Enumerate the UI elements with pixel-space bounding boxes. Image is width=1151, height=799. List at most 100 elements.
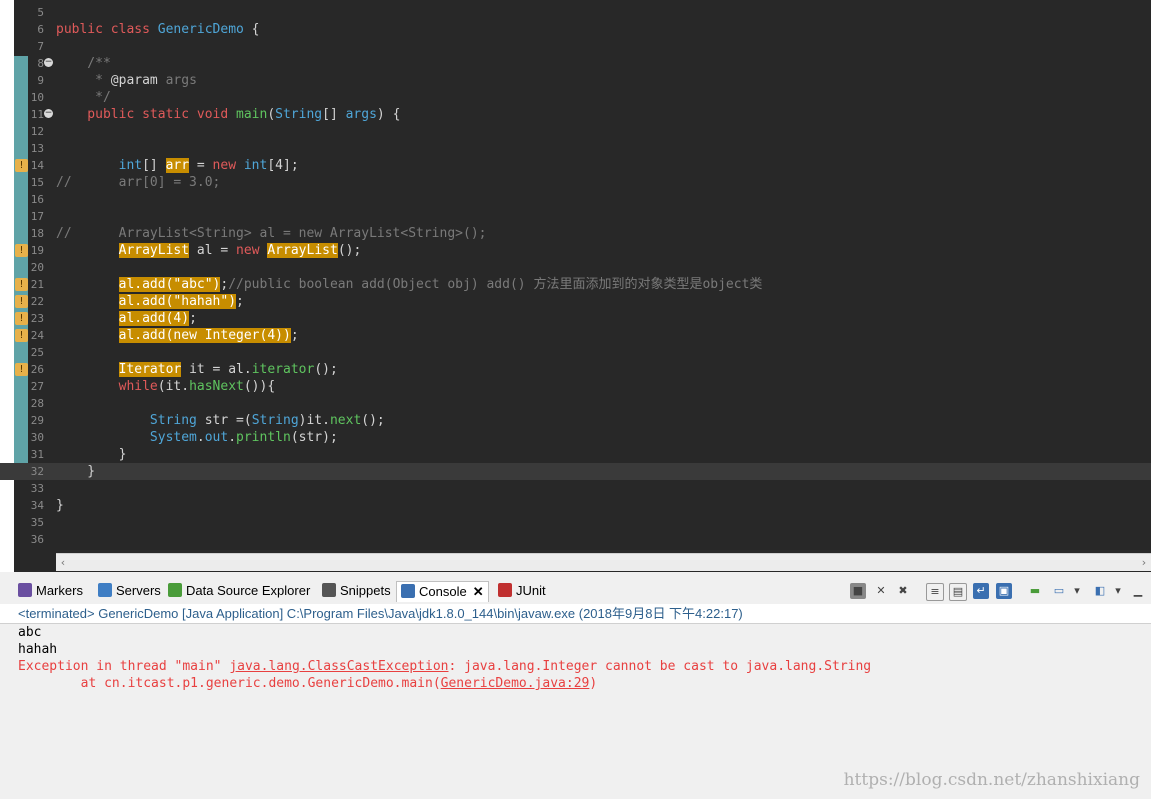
code-token: String bbox=[251, 413, 299, 428]
warning-marker-icon[interactable]: ! bbox=[15, 363, 28, 376]
warning-marker-icon[interactable]: ! bbox=[15, 278, 28, 291]
remove-launch-icon[interactable]: ✕ bbox=[873, 583, 889, 599]
scroll-right-icon[interactable]: › bbox=[1137, 554, 1151, 571]
line-number: 12 bbox=[30, 125, 44, 138]
chevron-down-icon[interactable]: ▾ bbox=[1069, 583, 1085, 599]
line-number: 9 bbox=[37, 74, 44, 87]
open-console-icon[interactable]: ◧ bbox=[1092, 583, 1108, 599]
tab-junit[interactable]: JUnit bbox=[494, 581, 550, 601]
code-line[interactable]: 29 String str =(String)it.next(); bbox=[0, 412, 1151, 429]
tab-servers[interactable]: Servers bbox=[94, 581, 165, 601]
code-editor[interactable]: 5 6 public class GenericDemo { 7 8− /** 9 * @… bbox=[0, 0, 1151, 572]
code-token: public class bbox=[56, 22, 158, 37]
exception-link[interactable]: java.lang.ClassCastException bbox=[229, 659, 448, 674]
code-line[interactable]: 8− /** bbox=[0, 55, 1151, 72]
code-line[interactable]: 27 while(it.hasNext()){ bbox=[0, 378, 1151, 395]
code-line[interactable]: ! 23 al.add(4); bbox=[0, 310, 1151, 327]
code-token: new bbox=[212, 158, 237, 173]
code-line[interactable]: 5 bbox=[0, 4, 1151, 21]
warning-marker-icon[interactable]: ! bbox=[15, 329, 28, 342]
code-line[interactable]: 25 bbox=[0, 344, 1151, 361]
fold-toggle-icon[interactable]: − bbox=[44, 109, 53, 118]
line-number: 14 bbox=[30, 159, 44, 172]
tab-data-source-explorer[interactable]: Data Source Explorer bbox=[164, 581, 314, 601]
tab-markers[interactable]: Markers bbox=[14, 581, 87, 601]
minimize-icon[interactable]: ▁ bbox=[1130, 583, 1146, 599]
tab-snippets[interactable]: Snippets bbox=[318, 581, 395, 601]
code-line[interactable]: ! 24 al.add(new Integer(4)); bbox=[0, 327, 1151, 344]
code-token: new bbox=[236, 243, 268, 258]
database-icon bbox=[168, 583, 182, 597]
warning-marker-icon[interactable]: ! bbox=[15, 312, 28, 325]
line-number: 7 bbox=[37, 40, 44, 53]
code-text: // arr[0] = 3.0; bbox=[56, 174, 220, 191]
snippets-icon bbox=[322, 583, 336, 597]
code-token: } bbox=[56, 498, 64, 513]
line-number: 33 bbox=[30, 482, 44, 495]
code-line[interactable]: 34} bbox=[0, 497, 1151, 514]
line-number: 26 bbox=[30, 363, 44, 376]
code-line[interactable]: 9 * @param args bbox=[0, 72, 1151, 89]
code-line[interactable]: 16 bbox=[0, 191, 1151, 208]
code-line[interactable]: 36 bbox=[0, 531, 1151, 548]
code-token: args bbox=[345, 107, 377, 122]
code-line[interactable]: 35 bbox=[0, 514, 1151, 531]
code-line[interactable]: 28 bbox=[0, 395, 1151, 412]
display-console-icon[interactable]: ▭ bbox=[1051, 583, 1067, 599]
code-line[interactable]: 17 bbox=[0, 208, 1151, 225]
pin-console-icon[interactable]: ▬ bbox=[1027, 583, 1043, 599]
line-number: 11 bbox=[30, 108, 44, 121]
code-line[interactable]: ! 14 int[] arr = new int[4]; bbox=[0, 157, 1151, 174]
chevron-down-icon[interactable]: ▾ bbox=[1110, 583, 1126, 599]
line-number: 18 bbox=[30, 227, 44, 240]
code-line[interactable]: 13 bbox=[0, 140, 1151, 157]
code-line[interactable]: 6 public class GenericDemo { bbox=[0, 21, 1151, 38]
warning-marker-icon[interactable]: ! bbox=[15, 295, 28, 308]
close-icon[interactable]: ✕ bbox=[473, 584, 484, 599]
servers-icon bbox=[98, 583, 112, 597]
source-link[interactable]: GenericDemo.java:29 bbox=[441, 676, 590, 691]
show-console-icon[interactable]: ▣ bbox=[996, 583, 1012, 599]
code-token: = bbox=[189, 158, 213, 173]
code-line[interactable]: 32 } bbox=[0, 463, 1151, 480]
code-line[interactable]: 11− public static void main(String[] arg… bbox=[0, 106, 1151, 123]
code-line[interactable]: 33 bbox=[0, 480, 1151, 497]
tab-console[interactable]: Console ✕ bbox=[396, 581, 489, 602]
line-number: 28 bbox=[30, 397, 44, 410]
stop-icon[interactable]: ■ bbox=[850, 583, 866, 599]
code-line[interactable]: ! 19 ArrayList al = new ArrayList(); bbox=[0, 242, 1151, 259]
code-token: (); bbox=[361, 413, 385, 428]
code-line[interactable]: ! 22 al.add("hahah"); bbox=[0, 293, 1151, 310]
code-token: } bbox=[56, 447, 127, 462]
code-line[interactable]: 31 } bbox=[0, 446, 1151, 463]
code-token: iterator bbox=[251, 362, 315, 377]
fold-toggle-icon[interactable]: − bbox=[44, 58, 53, 67]
horizontal-scrollbar[interactable]: ‹ › bbox=[56, 553, 1151, 571]
scroll-lock-icon[interactable]: ▤ bbox=[949, 583, 967, 601]
highlighted-token: al.add("hahah") bbox=[118, 294, 237, 309]
code-line[interactable]: 30 System.out.println(str); bbox=[0, 429, 1151, 446]
code-text: ArrayList al = new ArrayList(); bbox=[56, 242, 361, 259]
scroll-left-icon[interactable]: ‹ bbox=[56, 554, 70, 571]
code-token: String bbox=[275, 107, 323, 122]
code-token: * bbox=[56, 73, 111, 88]
code-line[interactable]: 15 // arr[0] = 3.0; bbox=[0, 174, 1151, 191]
code-line[interactable]: 20 bbox=[0, 259, 1151, 276]
code-line[interactable]: 18 // ArrayList<String> al = new ArrayLis… bbox=[0, 225, 1151, 242]
remove-all-launches-icon[interactable]: ✖ bbox=[895, 583, 911, 599]
clear-console-icon[interactable]: ≡ bbox=[926, 583, 944, 601]
warning-marker-icon[interactable]: ! bbox=[15, 244, 28, 257]
markers-icon bbox=[18, 583, 32, 597]
code-line[interactable]: ! 26 Iterator it = al.iterator(); bbox=[0, 361, 1151, 378]
word-wrap-icon[interactable]: ↵ bbox=[973, 583, 989, 599]
code-line[interactable]: 12 bbox=[0, 123, 1151, 140]
warning-marker-icon[interactable]: ! bbox=[15, 159, 28, 172]
code-line[interactable]: 10 */ bbox=[0, 89, 1151, 106]
code-token: ( bbox=[267, 107, 276, 122]
launch-status: <terminated> GenericDemo [Java Applicati… bbox=[0, 604, 1151, 624]
code-line[interactable]: ! 21 al.add("abc");//public boolean add(O… bbox=[0, 276, 1151, 293]
code-line[interactable]: 7 bbox=[0, 38, 1151, 55]
